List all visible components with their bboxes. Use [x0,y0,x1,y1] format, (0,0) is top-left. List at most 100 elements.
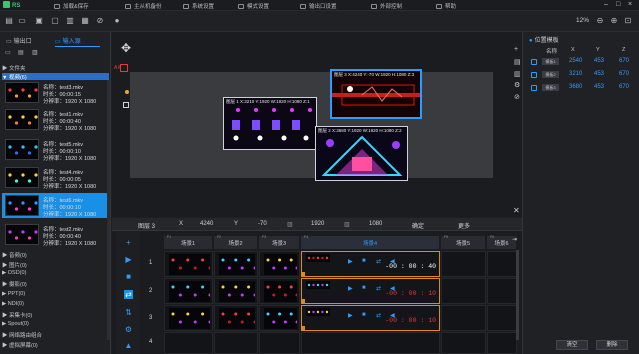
timeline-cell[interactable] [259,305,300,331]
stop-icon[interactable]: ■ [362,312,366,318]
section-folder[interactable]: ▶ 文件夹 [2,64,109,72]
play-icon[interactable]: ▶ [348,258,353,265]
scene-header[interactable]: F3 场景3 [259,235,300,249]
collapse-icon[interactable]: ✕ [513,206,520,215]
menu-help[interactable]: 帮助 [436,2,456,10]
more-button[interactable]: 更多 [458,221,470,230]
zoom-out-icon[interactable]: ⊖ [595,16,605,26]
scene-header[interactable]: F2 场景2 [214,235,258,249]
close-icon[interactable]: × [628,1,632,8]
save-icon[interactable]: ▣ [34,16,44,26]
scrollbar[interactable] [107,80,110,340]
add-icon[interactable]: + [124,238,133,247]
timeline-cell[interactable] [441,278,486,304]
loop-icon[interactable]: ⇄ [376,312,381,319]
menu-load-save[interactable]: 加载&保存 [54,2,89,10]
timeline-cell[interactable] [441,251,486,277]
template-row[interactable]: 模板3 3680 453 670 [531,84,635,93]
timeline-cell[interactable] [164,332,213,354]
video-clip-item[interactable]: 名称：test6.mkv 时长：00:00:10 分辨率：1920 X 1080 [2,193,109,218]
minimize-icon[interactable]: – [604,1,608,8]
section-ppt[interactable]: ▶ PPT(0) [2,291,109,298]
origin-marker[interactable] [120,64,128,72]
add-folder-icon[interactable]: ▭ [5,49,11,56]
timeline-cell[interactable] [259,332,300,354]
tab-output[interactable]: ▭ 输出口 [6,36,32,46]
y-input[interactable]: -70 [258,221,267,227]
timeline-cell[interactable] [164,278,213,304]
settings-icon[interactable]: ⚙ [514,81,520,89]
timeline-cell[interactable] [487,332,517,354]
row-checkbox[interactable] [531,59,537,65]
link-icon[interactable]: ⊘ [95,16,105,26]
stop-icon[interactable]: ■ [124,272,133,281]
timeline-cell[interactable]: ▶ ■ ⇄ ◀ -00 : 00 : 10 [301,278,440,304]
menu-mode-settings[interactable]: 模式设置 [238,2,269,10]
copy-icon[interactable]: ▥ [514,70,521,78]
delete-icon[interactable]: ▥ [32,49,38,56]
menu-external-control[interactable]: 外部控制 [371,2,402,10]
menu-backup[interactable]: 主从机备份 [125,2,162,10]
video-clip-item[interactable]: 名称：test4.mkv 时长：00:00:05 分辨率：1920 X 1080 [2,165,109,190]
lock-icon[interactable]: ▲ [124,341,133,350]
fit-screen-icon[interactable]: ⊡ [623,16,633,26]
row-checkbox[interactable] [531,85,537,91]
copy-icon[interactable]: ▥ [65,16,75,26]
section-image[interactable]: ▶ 图片(0) [2,261,109,269]
timeline-cell[interactable] [164,305,213,331]
sort-icon[interactable]: ⇅ [124,308,133,317]
play-icon[interactable]: ▶ [348,285,353,292]
monitor-icon[interactable]: ▢ [50,16,60,26]
delete-button[interactable]: 删除 [596,340,628,350]
height-input[interactable]: 1080 [369,221,382,227]
section-audio[interactable]: ▶ 音频(0) [2,251,109,259]
scene-header[interactable]: F1 场景1 [164,235,213,249]
loop-icon[interactable]: ⇄ [376,285,381,292]
section-spout[interactable]: ▶ Spout(0) [2,321,109,328]
video-clip-item[interactable]: 名称：test3.mkv 时长：00:00:15 分辨率：1920 X 1080 [2,80,109,105]
section-video[interactable]: ▼ 视频(6) [2,73,109,81]
template-row[interactable]: 模板1 2540 453 670 [531,58,635,67]
row-checkbox[interactable] [531,72,537,78]
timeline-cell[interactable] [214,332,258,354]
width-input[interactable]: 1920 [311,221,324,227]
section-ndi[interactable]: ▶ NDI(0) [2,301,109,308]
section-osd[interactable]: ▶ OSD(0) [2,270,109,277]
tab-input-source[interactable]: ▭ 输入源 [55,36,81,46]
add-template-icon[interactable]: + [514,46,518,53]
x-input[interactable]: 4240 [200,221,213,227]
resize-handle-icon[interactable] [123,102,129,108]
loop-icon[interactable]: ⇄ [376,258,381,265]
section-virtual-screen[interactable]: ▶ 虚拟屏幕(0) [2,341,109,349]
confirm-button[interactable]: 确定 [412,221,424,230]
timeline-cell[interactable] [441,305,486,331]
settings-icon[interactable]: ⚙ [124,325,133,334]
play-icon[interactable]: ▶ [348,312,353,319]
clear-button[interactable]: 清空 [556,340,588,350]
zoom-level[interactable]: 12% [576,17,589,24]
video-clip-item[interactable]: 名称：test2.mkv 时长：00:00:40 分辨率：1920 X 1080 [2,222,109,247]
zoom-in-icon[interactable]: ⊕ [609,16,619,26]
section-network-route[interactable]: ▶ 网络路由组合 [2,331,109,339]
stop-icon[interactable]: ■ [362,285,366,291]
timeline-cell[interactable] [214,278,258,304]
template-row[interactable]: 模板2 3210 453 670 [531,71,635,80]
layer-1[interactable]: 图层 1 X:3210 Y:1920 W:1920 H:1080 Z:1 [223,97,317,150]
section-capture-card[interactable]: ▶ 采集卡(0) [2,311,109,319]
menu-system-settings[interactable]: 系统设置 [183,2,214,10]
scene-header[interactable]: F4 场景4 [301,235,440,249]
video-clip-item[interactable]: 名称：test1.mkv 时长：00:00:40 分辨率：1920 X 1080 [2,107,109,132]
timeline-cell[interactable] [487,278,517,304]
add-file-icon[interactable]: ▤ [18,49,24,56]
timeline-cell[interactable] [487,251,517,277]
scroll-right-icon[interactable]: ⇥ [512,236,517,243]
new-file-icon[interactable]: ▤ [4,16,14,26]
pin-icon[interactable] [125,90,129,94]
timeline-cell[interactable] [259,251,300,277]
timeline-cell[interactable] [214,305,258,331]
timeline-cell[interactable] [259,278,300,304]
timeline-cell[interactable] [214,251,258,277]
maximize-icon[interactable]: □ [616,1,620,8]
stop-icon[interactable]: ■ [362,258,366,264]
layer-3[interactable]: 图层 3 X:4240 Y:-70 W:1920 H:1080 Z:3 [330,69,422,119]
